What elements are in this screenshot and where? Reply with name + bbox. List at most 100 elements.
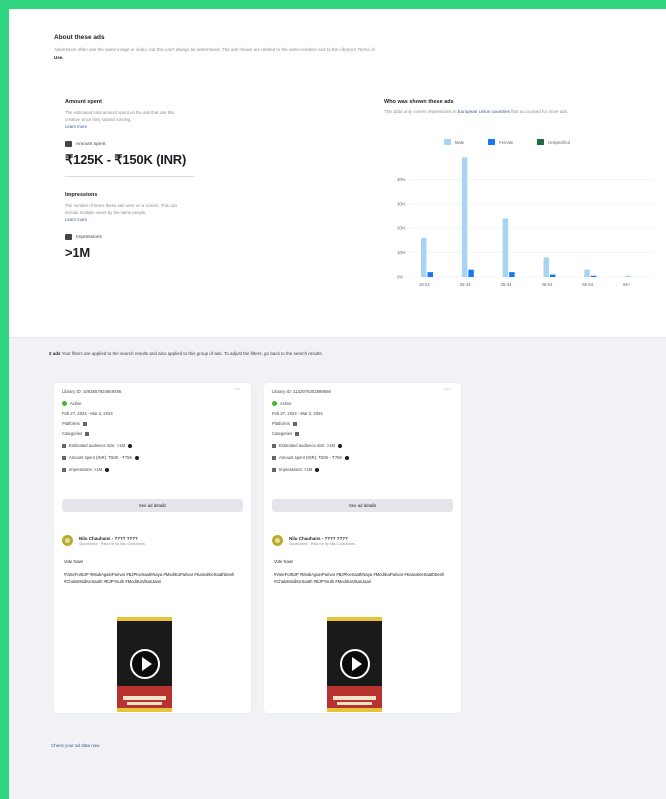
bar-male-18-24 — [421, 237, 427, 277]
category-icon — [295, 431, 300, 436]
more-horizontal-icon[interactable]: ··· — [234, 386, 241, 393]
impressions-learn-more-link[interactable]: Learn more — [65, 217, 215, 222]
ad-body: Vote Now! #VoteForBJP #ModiAgainParivar … — [274, 558, 449, 585]
impressions-text: Impressions: >1M — [69, 467, 103, 472]
facebook-icon — [82, 421, 87, 426]
ad-video-thumbnail[interactable] — [117, 617, 172, 712]
thumbnail-text-line — [127, 702, 162, 705]
audience-size-row: Estimated audience size: >1M — [272, 443, 342, 448]
thumbnail-text-line — [333, 696, 376, 700]
ad-body: Vote Now! #VoteForBJP #ModiAgainParivar … — [64, 558, 239, 585]
legend-male-label: Male — [455, 139, 465, 145]
check-ad-data-link[interactable]: Check your ad data now — [51, 743, 100, 748]
audience-size-row: Estimated audience size: >1M — [62, 443, 132, 448]
impressions-title: Impressions — [65, 192, 98, 198]
ad-body-text: #VoteForBJP #ModiAgainParivar #BJPKeSaat… — [64, 572, 235, 584]
impressions-text: Impressions: >1M — [279, 467, 313, 472]
bar-male-65+ — [625, 275, 631, 277]
ad-body-label: Vote Now! — [274, 559, 294, 564]
audience-title: Who was shown these ads — [384, 99, 454, 105]
status-text: Active — [280, 401, 292, 406]
info-icon[interactable] — [337, 443, 342, 448]
advertiser-avatar[interactable] — [62, 535, 73, 546]
more-horizontal-icon[interactable]: ··· — [444, 386, 451, 393]
thumbnail-text-line — [123, 696, 166, 700]
legend-female[interactable]: Female — [488, 139, 513, 145]
eye-icon — [272, 467, 276, 472]
x-tick-label: 65+ — [623, 282, 631, 287]
info-icon[interactable] — [127, 443, 132, 448]
see-ad-details-button[interactable]: See ad details — [62, 499, 243, 512]
advertiser-name[interactable]: Nilu Chauhans - ???? ???? — [79, 536, 145, 541]
info-icon[interactable] — [315, 467, 320, 472]
impressions-row: Impressions: >1M — [62, 467, 110, 472]
y-tick-label: 10% — [397, 250, 406, 255]
advertiser-avatar[interactable] — [272, 535, 283, 546]
platforms-text: Platforms — [62, 421, 80, 426]
platforms-row: Platforms — [272, 421, 297, 426]
facebook-icon — [292, 421, 297, 426]
amount-spent-label: Amount spent — [65, 141, 215, 147]
amount-learn-more-link[interactable]: Learn more — [65, 124, 215, 129]
money-icon — [62, 455, 66, 460]
impressions-label-text: Impressions — [76, 234, 102, 240]
y-tick-label: 30% — [397, 201, 406, 206]
amount-spent-title: Amount spent — [65, 99, 102, 105]
impressions-value: >1M — [65, 245, 91, 260]
terms-link[interactable]: Use. — [54, 55, 64, 60]
bar-female-55-64 — [590, 275, 597, 277]
dates-row: Feb 27, 2024 - Mar 2, 2024 — [62, 411, 113, 416]
legend-swatch-unspecified — [537, 139, 545, 145]
spend-row: Amount spent (INR): ₹50K - ₹75K — [272, 455, 350, 460]
legend-swatch-male — [444, 139, 451, 145]
amount-spent-description: The estimated total amount spent on the … — [65, 110, 175, 122]
about-description: Advertisers often use the same image or … — [54, 46, 384, 62]
ad-body-label: Vote Now! — [64, 559, 84, 564]
spend-text: Amount spent (INR): ₹50K - ₹75K — [69, 455, 133, 460]
advertiser-header[interactable]: Nilu Chauhans - ???? ???? Sponsored · Pa… — [272, 535, 355, 546]
ad-card[interactable]: Library ID: 1132976302589566 ··· Active … — [264, 383, 461, 713]
advertiser-name[interactable]: Nilu Chauhans - ???? ???? — [289, 536, 355, 541]
legend-unspecified[interactable]: Unspecified — [537, 139, 570, 145]
spend-text: Amount spent (INR): ₹50K - ₹75K — [279, 455, 343, 460]
ad-video-thumbnail[interactable] — [327, 617, 382, 712]
dates-text: Feb 27, 2024 - Mar 2, 2024 — [272, 411, 323, 416]
divider — [65, 176, 195, 177]
bar-male-35-44 — [502, 218, 509, 277]
platforms-row: Platforms — [62, 421, 87, 426]
info-icon[interactable] — [135, 455, 140, 460]
bar-female-25-34 — [468, 269, 474, 277]
dates-text: Feb 27, 2024 - Mar 2, 2024 — [62, 411, 113, 416]
audience-desc-prefix: This data only covers impressions in — [384, 109, 457, 114]
audience-desc-suffix: that accounted for more ads. — [511, 109, 569, 114]
x-tick-label: 35-44 — [501, 282, 512, 287]
ad-card[interactable]: Library ID: 1063657934659495 ··· Active … — [54, 383, 251, 713]
bar-female-45-54 — [550, 274, 556, 277]
ad-body-text: #VoteForBJP #ModiAgainParivar #BJPKeSaat… — [274, 572, 445, 584]
info-icon[interactable] — [345, 455, 350, 460]
amount-spent-value: ₹125K - ₹150K (INR) — [65, 152, 187, 167]
platforms-text: Platforms — [272, 421, 290, 426]
advertiser-header[interactable]: Nilu Chauhans - ???? ???? Sponsored · Pa… — [62, 535, 145, 546]
impressions-row: Impressions: >1M — [272, 467, 320, 472]
x-tick-label: 18-24 — [419, 282, 430, 287]
status-text: Active — [70, 401, 82, 406]
eye-icon — [62, 467, 66, 472]
active-status-icon — [62, 401, 67, 406]
people-icon — [62, 443, 66, 448]
play-icon[interactable] — [340, 649, 370, 679]
categories-text: Categories — [62, 431, 83, 436]
people-icon — [272, 443, 276, 448]
dates-row: Feb 27, 2024 - Mar 2, 2024 — [272, 411, 323, 416]
audience-section: Who was shown these ads This data only c… — [384, 99, 664, 287]
age-gender-chart: 0% 10% 20% 30% 40% 18-24 25-34 35-44 45-54 55-64 6… — [397, 157, 654, 287]
legend-male[interactable]: Male — [444, 139, 464, 145]
play-icon[interactable] — [130, 649, 160, 679]
legend-female-label: Female — [499, 139, 514, 145]
info-icon[interactable] — [105, 467, 110, 472]
audience-size-text: Estimated audience size: >1M — [279, 443, 335, 448]
about-desc-text: Advertisers often use the same image or … — [54, 47, 375, 52]
eu-countries-link[interactable]: European Union countries — [458, 109, 510, 114]
bar-female-18-24 — [427, 272, 433, 277]
see-ad-details-button[interactable]: See ad details — [272, 499, 453, 512]
